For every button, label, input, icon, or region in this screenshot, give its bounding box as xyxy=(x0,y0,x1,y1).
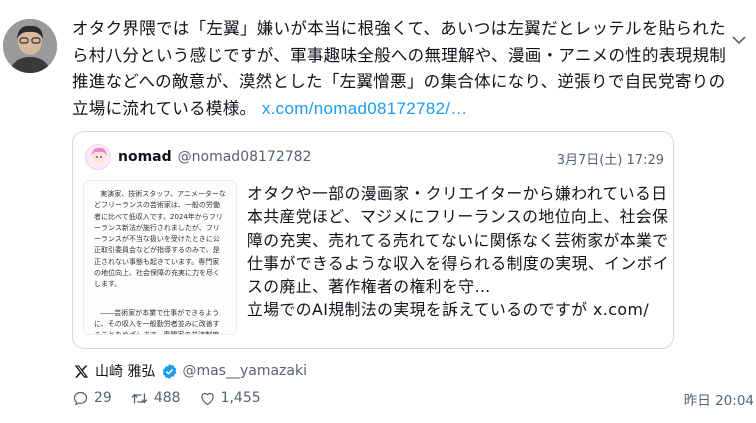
repost-button[interactable]: 488 xyxy=(130,390,181,407)
post-link[interactable]: x.com/nomad08172782/… xyxy=(262,99,468,118)
repost-icon xyxy=(131,393,148,403)
like-icon xyxy=(200,392,214,405)
quoted-post-link[interactable]: x.com/ xyxy=(593,300,649,319)
quoted-image-paragraph: 実演家、技術スタッフ、アニメーターなどフリーランスの芸術家は、一般の労働者に比べ… xyxy=(94,190,226,289)
quoted-post-body: オタクや一部の漫画家・クリエイターから嫌われている日本共産党ほど、マジメにフリー… xyxy=(247,182,673,322)
author-line: 山崎 雅弘 @mas__yamazaki xyxy=(74,361,307,381)
post-timestamp[interactable]: 昨日 20:04 xyxy=(684,389,754,409)
quoted-image-gap xyxy=(94,291,226,308)
action-bar: 29 488 1,455 xyxy=(72,388,279,408)
like-button[interactable]: 1,455 xyxy=(199,390,261,407)
author-avatar[interactable] xyxy=(3,19,57,73)
more-icon xyxy=(732,36,746,45)
like-count: 1,455 xyxy=(220,390,261,406)
author-name[interactable]: 山崎 雅弘 xyxy=(95,361,155,381)
quoted-author-name[interactable]: nomad xyxy=(118,149,172,165)
x-logo-icon xyxy=(74,364,89,379)
post-body: オタク界隈では「左翼」嫌いが本当に根強くて、あいつは左翼だとレッテルを貼られたら… xyxy=(72,16,732,122)
quoted-image-paragraph-2: ――芸術家が本業で仕事ができるように、その収入を一般勤労者並みに改善することをめ… xyxy=(94,308,220,334)
author-handle[interactable]: @mas__yamazaki xyxy=(182,363,307,379)
quoted-post-date[interactable]: 3月7日(土) 17:29 xyxy=(557,149,664,168)
reply-count: 29 xyxy=(94,390,112,406)
quoted-post-card[interactable]: nomad @nomad08172782 3月7日(土) 17:29 実演家、技… xyxy=(72,131,674,349)
reply-button[interactable]: 29 xyxy=(72,390,112,407)
quoted-post-header: nomad @nomad08172782 xyxy=(85,144,311,170)
reply-icon xyxy=(73,391,88,405)
quoted-post-image[interactable]: 実演家、技術スタッフ、アニメーターなどフリーランスの芸術家は、一般の労働者に比べ… xyxy=(83,180,237,335)
quoted-author-avatar[interactable] xyxy=(85,144,111,170)
quoted-post-text-tail: 立場でのAI規制法の実現を訴えているのですが xyxy=(247,300,588,320)
quoted-author-handle[interactable]: @nomad08172782 xyxy=(178,149,312,165)
repost-count: 488 xyxy=(153,390,181,406)
verified-badge-icon xyxy=(161,363,178,380)
quoted-post-text: オタクや一部の漫画家・クリエイターから嫌われている日本共産党ほど、マジメにフリー… xyxy=(247,184,670,297)
